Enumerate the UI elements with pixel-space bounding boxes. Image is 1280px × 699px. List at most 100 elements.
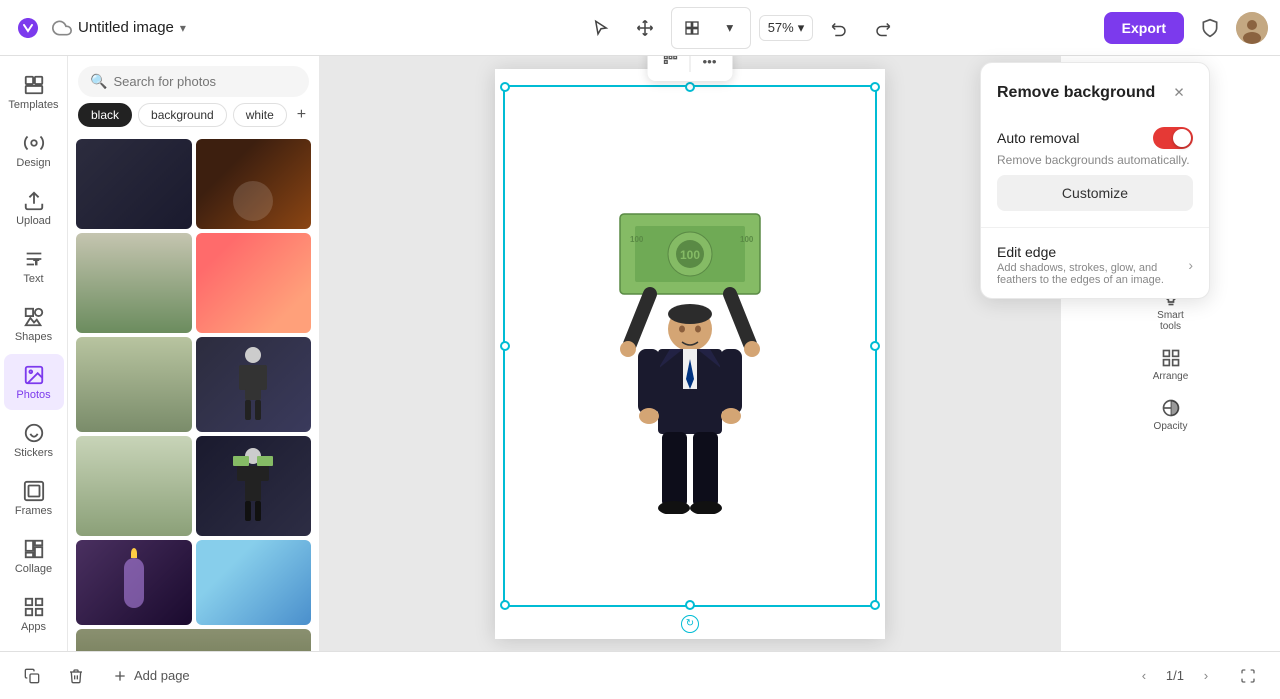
tag-black[interactable]: black: [78, 103, 132, 127]
left-nav: Templates Design Upload T Text Shapes Ph…: [0, 56, 68, 651]
delete-page-btn[interactable]: [60, 662, 92, 690]
svg-text:T: T: [34, 257, 39, 266]
photo-item[interactable]: [76, 233, 192, 333]
rotate-handle[interactable]: ↻: [681, 615, 699, 633]
photo-item[interactable]: [76, 540, 192, 625]
toggle-track[interactable]: [1153, 127, 1193, 149]
pagination: ‹ 1/1 ›: [1130, 662, 1220, 690]
sidebar-item-frames[interactable]: Frames: [4, 470, 64, 526]
search-bar: 🔍: [68, 56, 319, 103]
zoom-control[interactable]: 57% ▾: [759, 15, 814, 41]
sidebar-item-apps[interactable]: Apps: [4, 586, 64, 642]
topbar: Untitled image ▾ ▾ 57% ▾ Export: [0, 0, 1280, 56]
user-avatar[interactable]: [1236, 12, 1268, 44]
svg-text:100: 100: [680, 248, 700, 262]
sidebar-frames-label: Frames: [15, 505, 52, 517]
canva-logo[interactable]: [12, 12, 44, 44]
canvas-area[interactable]: Page 1 100 100 100: [320, 56, 1060, 651]
sidebar-photos-label: Photos: [16, 389, 50, 401]
more-options-btn[interactable]: •••: [695, 56, 725, 77]
opacity-tool[interactable]: Opacity: [1143, 390, 1199, 440]
canvas-toolbar: ▾ 57% ▾: [583, 7, 902, 49]
page-count: 1/1: [1166, 668, 1184, 683]
resize-handle-bl[interactable]: [500, 600, 510, 610]
panel-header: Remove background ✕: [981, 63, 1209, 119]
resize-handle-br[interactable]: [870, 600, 880, 610]
sidebar-item-collage[interactable]: Collage: [4, 528, 64, 584]
auto-removal-toggle[interactable]: [1153, 127, 1193, 149]
photo-item[interactable]: [196, 233, 312, 333]
arrange-tool[interactable]: Arrange: [1143, 340, 1199, 390]
photo-item[interactable]: [76, 139, 192, 229]
select-tool-btn[interactable]: [583, 10, 619, 46]
photo-item[interactable]: [76, 337, 192, 432]
search-input-wrap[interactable]: 🔍: [78, 66, 309, 97]
auto-removal-section: Auto removal Remove backgrounds automati…: [981, 119, 1209, 223]
layout-chevron-btn[interactable]: ▾: [712, 10, 748, 46]
tag-white[interactable]: white: [233, 103, 287, 127]
photo-item[interactable]: [196, 139, 312, 229]
fullscreen-btn[interactable]: [1232, 660, 1264, 692]
resize-handle-tr[interactable]: [870, 82, 880, 92]
photo-item[interactable]: [76, 436, 192, 536]
cloud-icon: [52, 18, 72, 38]
sidebar-item-upload[interactable]: Upload: [4, 180, 64, 236]
title-chevron-icon[interactable]: ▾: [180, 21, 186, 35]
zoom-chevron-icon: ▾: [798, 20, 805, 36]
panel-close-btn[interactable]: ✕: [1165, 79, 1193, 107]
resize-handle-tl[interactable]: [500, 82, 510, 92]
opacity-label: Opacity: [1154, 421, 1188, 432]
layout-btn[interactable]: [674, 10, 710, 46]
photo-item[interactable]: [196, 337, 312, 432]
resize-handle-mr[interactable]: [870, 341, 880, 351]
bottom-bar: Add page ‹ 1/1 ›: [0, 651, 1280, 699]
sidebar-item-stickers[interactable]: Stickers: [4, 412, 64, 468]
resize-handle-tm[interactable]: [685, 82, 695, 92]
move-tool-btn[interactable]: [627, 10, 663, 46]
toolbar-divider: [690, 56, 691, 72]
add-page-btn[interactable]: Add page: [104, 662, 198, 690]
edit-edge-title: Edit edge: [997, 244, 1188, 260]
sidebar-item-text[interactable]: T Text: [4, 238, 64, 294]
edit-edge-desc: Add shadows, strokes, glow, and feathers…: [997, 262, 1188, 286]
svg-text:100: 100: [630, 235, 644, 244]
sidebar-templates-label: Templates: [8, 99, 58, 111]
edit-edge-section[interactable]: Edit edge Add shadows, strokes, glow, an…: [981, 232, 1209, 298]
redo-btn[interactable]: [865, 10, 901, 46]
auto-removal-label: Auto removal: [997, 130, 1079, 146]
photos-panel: 🔍 black background white +: [68, 56, 320, 651]
sidebar-apps-label: Apps: [21, 621, 46, 633]
search-input[interactable]: [113, 74, 297, 89]
arrange-label: Arrange: [1153, 371, 1189, 382]
photo-grid: [68, 135, 319, 651]
customize-btn[interactable]: Customize: [997, 175, 1193, 211]
resize-handle-ml[interactable]: [500, 341, 510, 351]
undo-btn[interactable]: [821, 10, 857, 46]
sidebar-item-shapes[interactable]: Shapes: [4, 296, 64, 352]
smart-tools-label: Smart tools: [1147, 310, 1195, 332]
document-title[interactable]: Untitled image: [78, 19, 174, 36]
shield-icon[interactable]: [1192, 10, 1228, 46]
canvas-frame[interactable]: 100 100 100: [495, 69, 885, 639]
export-button[interactable]: Export: [1104, 12, 1184, 44]
add-tag-btn[interactable]: +: [293, 106, 310, 124]
photo-item[interactable]: [196, 540, 312, 625]
svg-text:100: 100: [740, 235, 754, 244]
tag-background[interactable]: background: [138, 103, 227, 127]
sidebar-item-design[interactable]: Design: [4, 122, 64, 178]
floating-toolbar: •••: [648, 56, 733, 81]
topbar-right: Export: [1104, 10, 1268, 46]
photo-item[interactable]: [76, 629, 311, 651]
resize-handle-bm[interactable]: [685, 600, 695, 610]
copy-page-btn[interactable]: [16, 662, 48, 690]
canvas-image: 100 100 100: [610, 194, 770, 514]
sidebar-item-templates[interactable]: Templates: [4, 64, 64, 120]
next-page-btn[interactable]: ›: [1192, 662, 1220, 690]
sidebar-design-label: Design: [16, 157, 50, 169]
view-options: ▾: [671, 7, 751, 49]
element-options-btn[interactable]: [656, 56, 686, 77]
photo-item[interactable]: [196, 436, 312, 536]
prev-page-btn[interactable]: ‹: [1130, 662, 1158, 690]
remove-bg-panel: Remove background ✕ Auto removal Remove …: [980, 62, 1210, 299]
sidebar-item-photos[interactable]: Photos: [4, 354, 64, 410]
